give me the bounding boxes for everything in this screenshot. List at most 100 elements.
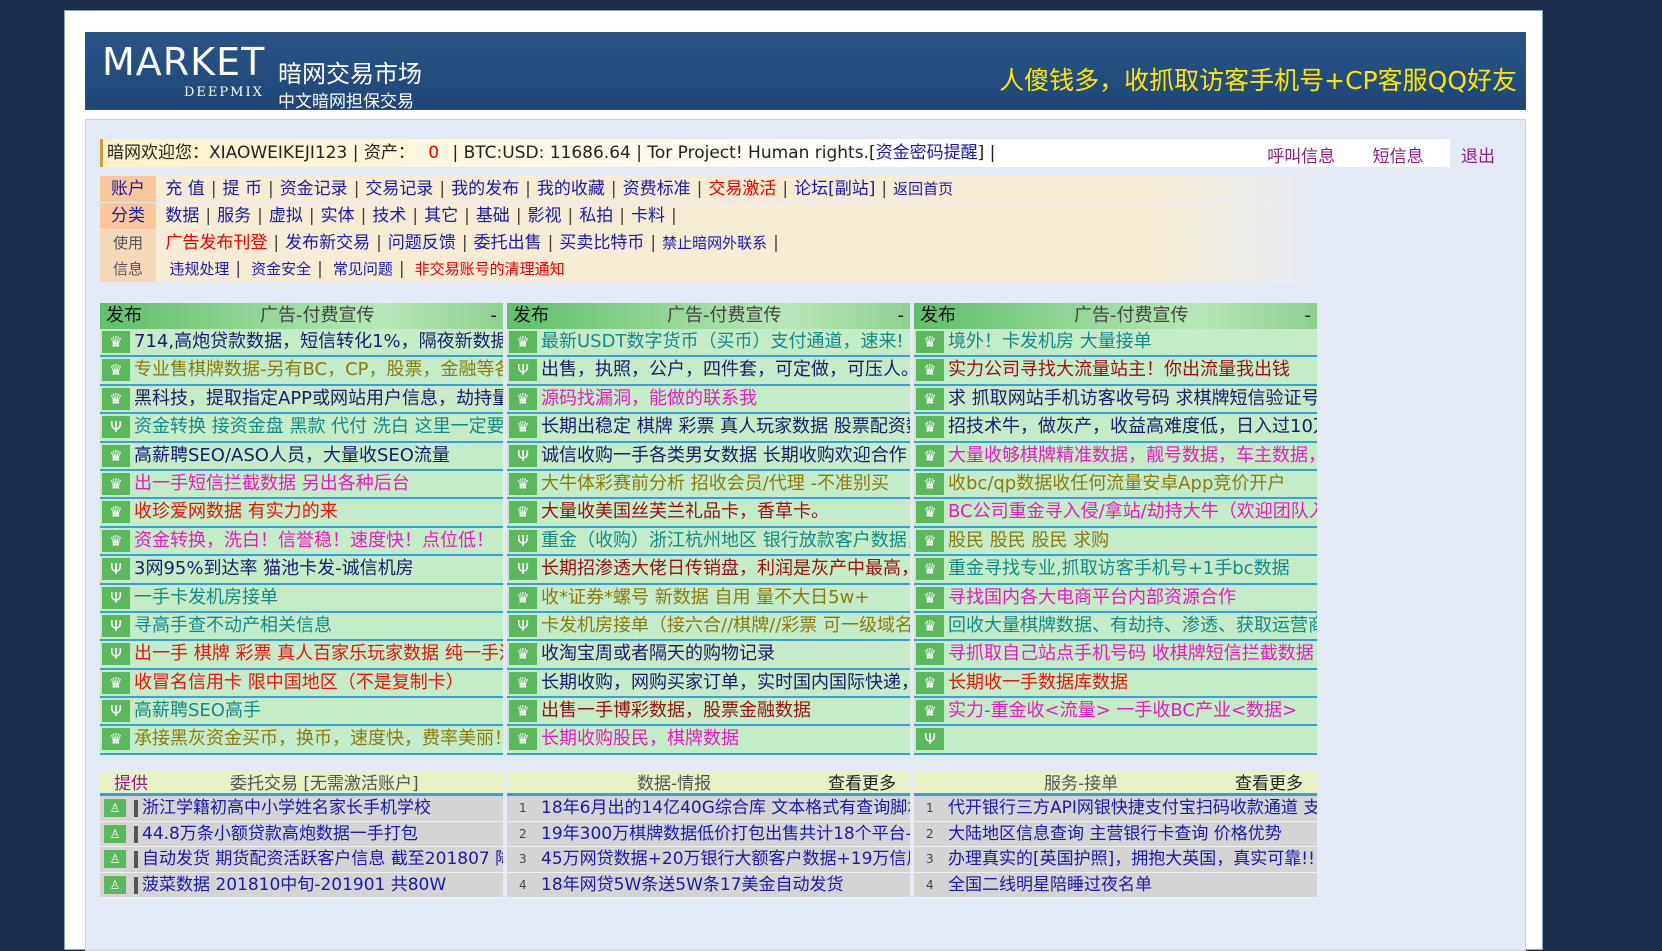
ad-row[interactable]: ♛ 实力-重金收<流量> 一手收BC产业<数据> [914, 698, 1317, 727]
ad-row[interactable]: ♛ 最新USDT数字货币（买币）支付通道，速来! [507, 329, 910, 358]
ad-row[interactable]: Ψ 重金（收购）浙江杭州地区 银行放款客户数据， [507, 527, 910, 557]
list-item[interactable]: ♙ 菠菜数据 201810中旬-201901 共80W [100, 872, 503, 898]
ad-row-text[interactable]: 3网95%到达率 猫池卡发-诚信机房 [134, 556, 414, 582]
list-item-text[interactable]: 浙江学籍初高中小学姓名家长手机学校 [142, 796, 431, 820]
ad-row[interactable]: ♛ 源码找漏洞，能做的联系我 [507, 385, 910, 415]
ad-row-text[interactable]: 求 抓取网站手机访客收号码 求棋牌短信验证号码 [948, 386, 1317, 412]
nav-category-item[interactable]: 服务 [217, 206, 251, 226]
nav-use-item[interactable]: 禁止暗网外联系 [662, 234, 767, 252]
ad-row-text[interactable]: 寻高手查不动产相关信息 [134, 613, 332, 639]
list-item[interactable]: 2 大陆地区信息查询 主营银行卡查询 价格优势 [914, 821, 1317, 847]
nav-category-item[interactable]: 卡料 [631, 206, 665, 226]
ad-row[interactable]: ♛ 收*证券*螺号 新数据 自用 量不大日5w+ [507, 584, 910, 613]
ad-row-text[interactable]: 股民 股民 股民 求购 [948, 528, 1109, 554]
panel-provide-label[interactable]: 提供 [114, 772, 148, 796]
nav-account-item[interactable]: 交易记录 [365, 179, 433, 199]
ad-row[interactable]: ♛ 长期收购股民，棋牌数据 [507, 726, 910, 755]
ad-row-text[interactable]: 收淘宝周或者隔天的购物记录 [541, 641, 775, 667]
sms-link[interactable]: 短信息 [1373, 147, 1424, 167]
nav-use-item[interactable]: 问题反馈 [388, 233, 456, 253]
ad-row[interactable]: ♛ 股民 股民 股民 求购 [914, 527, 1317, 557]
list-item-text[interactable]: 代开银行三方API网银快捷支付宝扫码收款通道 支持 [948, 796, 1317, 820]
ad-row-text[interactable]: 寻抓取自己站点手机号码 收棋牌短信拦截数据 [948, 641, 1314, 667]
nav-account-item[interactable]: 我的收藏 [537, 179, 605, 199]
list-item-text[interactable]: 18年网贷5W条送5W条17美金自动发货 [541, 873, 844, 897]
ad-row-text[interactable]: 实力-重金收<流量> 一手收BC产业<数据> [948, 698, 1297, 724]
ad-row[interactable]: ♛ 大牛体彩赛前分析 招收会员/代理 -不准别买 [507, 470, 910, 500]
panel-collapse-button[interactable]: - [1305, 303, 1312, 329]
list-item-text[interactable]: 办理真实的[英国护照]，拥抱大英国，真实可靠!! [948, 847, 1315, 871]
ad-row-text[interactable]: 出售一手博彩数据，股票金融数据 [541, 698, 811, 724]
ad-row[interactable]: ♛ 长期收一手数据库数据 [914, 669, 1317, 699]
nav-use-item[interactable]: 发布新交易 [285, 233, 370, 253]
list-item[interactable]: 1 18年6月出的14亿40G综合库 文本格式有查询脚本 [507, 796, 910, 822]
ad-row[interactable]: ♛ 寻抓取自己站点手机号码 收棋牌短信拦截数据 [914, 641, 1317, 670]
nav-category-item[interactable]: 技术 [372, 206, 406, 226]
list-item-text[interactable]: 45万网贷数据+20万银行大额客户数据+19万信用卡数 [541, 847, 910, 871]
list-item-text[interactable]: 大陆地区信息查询 主营银行卡查询 价格优势 [948, 822, 1282, 846]
ad-row-text[interactable]: 专业售棋牌数据-另有BC，CP，股票，金融等各 [134, 357, 503, 383]
ad-row-text[interactable]: 黑科技，提取指定APP或网站用户信息，劫持量 [134, 386, 503, 412]
panel-collapse-button[interactable]: - [491, 303, 498, 329]
ad-row[interactable]: ♛ 大量收美国丝芙兰礼品卡，香草卡。 [507, 499, 910, 528]
nav-account-item[interactable]: 返回首页 [893, 180, 953, 198]
ad-row[interactable]: ♛ 高薪聘SEO/ASO人员，大量收SEO流量 [100, 442, 503, 471]
logo[interactable]: MARKET [102, 43, 265, 81]
ad-row[interactable]: ♛ 出售一手博彩数据，股票金融数据 [507, 698, 910, 727]
ad-row[interactable]: ♛ 收淘宝周或者隔天的购物记录 [507, 641, 910, 670]
ad-row-text[interactable]: 承接黑灰资金买币，换币，速度快，费率美丽！ [134, 726, 503, 752]
ad-row[interactable]: ♛ BC公司重金寻入侵/拿站/劫持大牛（欢迎团队入 [914, 499, 1317, 528]
ad-row-text[interactable]: BC公司重金寻入侵/拿站/劫持大牛（欢迎团队入 [948, 499, 1317, 525]
ad-row[interactable]: Ψ 资金转换 接资金盘 黑款 代付 洗白 这里一定要看 [100, 414, 503, 443]
nav-category-item[interactable]: 虚拟 [269, 206, 303, 226]
ad-row-text[interactable]: 收bc/qp数据收任何流量安卓App竞价开户 [948, 471, 1285, 497]
ad-row[interactable]: ♛ 黑科技，提取指定APP或网站用户信息，劫持量 [100, 385, 503, 415]
ad-row-text[interactable]: 长期收购股民，棋牌数据 [541, 726, 739, 752]
list-item[interactable]: 2 19年300万棋牌数据低价打包出售共计18个平台-自动 [507, 821, 910, 847]
nav-account-item[interactable]: 资费标准 [623, 179, 691, 199]
ad-row-text[interactable]: 出售，执照，公户，四件套，可定做，可压人。 [541, 357, 910, 383]
password-alert-link[interactable]: 资金密码提醒 [876, 143, 978, 163]
nav-info-item[interactable]: 资金安全 [251, 260, 311, 278]
list-item[interactable]: 4 18年网贷5W条送5W条17美金自动发货 [507, 872, 910, 898]
nav-account-item[interactable]: 论坛[副站] [794, 179, 875, 199]
ad-row[interactable]: ♛ 招技术牛，做灰产，收益高难度低，日入过10万 [914, 414, 1317, 443]
ad-row[interactable]: Ψ 长期招渗透大佬日传销盘，利润是灰产中最高， [507, 556, 910, 585]
ad-row-text[interactable]: 大量收美国丝芙兰礼品卡，香草卡。 [541, 499, 829, 525]
ad-row-text[interactable]: 长期收一手数据库数据 [948, 670, 1128, 696]
call-info-link[interactable]: 呼叫信息 [1267, 147, 1335, 167]
ad-row-text[interactable]: 卡发机房接单（接六合//棋牌//彩票 可一级域名） [541, 613, 910, 639]
list-item-text[interactable]: 菠菜数据 201810中旬-201901 共80W [142, 873, 446, 897]
ad-row-text[interactable]: 重金寻找专业,抓取访客手机号+1手bc数据 [948, 556, 1290, 582]
ad-row[interactable]: Ψ [914, 726, 1317, 755]
panel-publish-label[interactable]: 发布 [920, 303, 956, 329]
ad-row[interactable]: ♛ 重金寻找专业,抓取访客手机号+1手bc数据 [914, 556, 1317, 585]
ad-row[interactable]: ♛ 大量收够棋牌精准数据，靓号数据，车主数据， [914, 442, 1317, 471]
ad-row-text[interactable]: 诚信收购一手各类男女数据 长期收购欢迎合作 [541, 443, 907, 469]
ad-row-text[interactable]: 高薪聘SEO/ASO人员，大量收SEO流量 [134, 443, 450, 469]
ad-row-text[interactable]: 高薪聘SEO高手 [134, 698, 261, 724]
ad-row-text[interactable]: 长期出稳定 棋牌 彩票 真人玩家数据 股票配资数 [541, 414, 910, 440]
ad-row[interactable]: ♛ 求 抓取网站手机访客收号码 求棋牌短信验证号码 [914, 385, 1317, 415]
ad-row[interactable]: Ψ 一手卡发机房接单 [100, 584, 503, 613]
nav-category-item[interactable]: 实体 [321, 206, 355, 226]
list-item[interactable]: ♙ 44.8万条小额贷款高炮数据一手打包 [100, 821, 503, 847]
list-item-text[interactable]: 自动发货 期货配资活跃客户信息 截至201807 降价 [142, 847, 503, 871]
nav-category-item[interactable]: 其它 [424, 206, 458, 226]
ad-row-text[interactable]: 资金转换 接资金盘 黑款 代付 洗白 这里一定要看 [134, 414, 503, 440]
ad-row-text[interactable]: 714,高炮贷款数据，短信转化1%，隔夜新数据每 [134, 329, 503, 355]
nav-account-item[interactable]: 资金记录 [280, 179, 348, 199]
ad-row-text[interactable]: 出一手短信拦截数据 另出各种后台 [134, 471, 410, 497]
ad-row[interactable]: ♛ 资金转换，洗白！信誉稳！速度快！点位低！ [100, 527, 503, 557]
view-more-link[interactable]: 查看更多 [828, 772, 896, 796]
nav-category-item[interactable]: 私拍 [579, 206, 613, 226]
ad-row-text[interactable]: 长期收购，网购买家订单，实时国内国际快递， [541, 670, 910, 696]
ad-row[interactable]: ♛ 承接黑灰资金买币，换币，速度快，费率美丽！ [100, 726, 503, 755]
ad-row[interactable]: Ψ 卡发机房接单（接六合//棋牌//彩票 可一级域名） [507, 612, 910, 642]
nav-info-item[interactable]: 违规处理 [169, 260, 229, 278]
panel-collapse-button[interactable]: - [898, 303, 905, 329]
ad-row-text[interactable]: 实力公司寻找大流量站主！你出流量我出钱 [948, 357, 1290, 383]
ad-row-text[interactable]: 重金（收购）浙江杭州地区 银行放款客户数据， [541, 528, 910, 554]
ad-row[interactable]: Ψ 诚信收购一手各类男女数据 长期收购欢迎合作 [507, 442, 910, 471]
panel-publish-label[interactable]: 发布 [106, 303, 142, 329]
